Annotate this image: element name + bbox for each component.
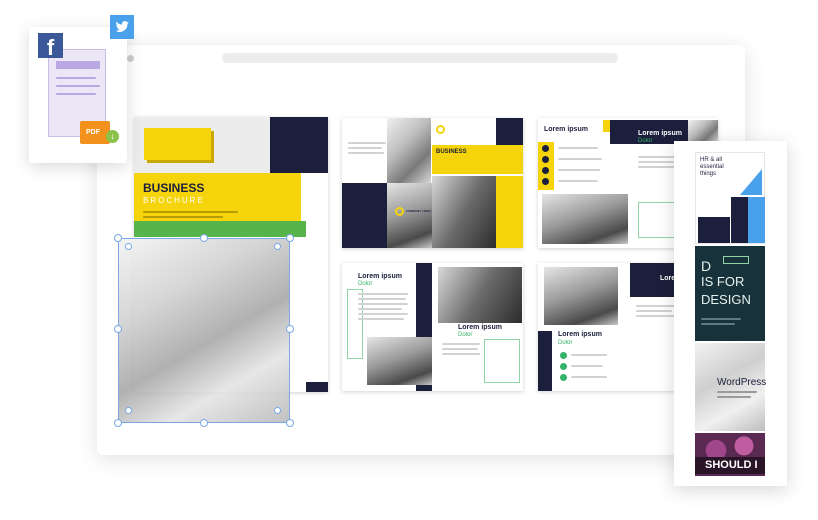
dolor-subtitle: Dolor (458, 332, 473, 338)
dolor-subtitle: Dolor (558, 340, 573, 346)
resize-handle[interactable] (114, 419, 122, 427)
spread-photo (387, 118, 431, 183)
template-hr[interactable]: HR & all essential things (695, 152, 765, 244)
resize-handle[interactable] (114, 234, 122, 242)
resize-handle[interactable] (200, 234, 208, 242)
brochure-title: BUSINESS (143, 181, 205, 195)
template-strip[interactable]: HR & all essential things D IS FOR DESIG… (674, 141, 787, 486)
corner-handle[interactable] (274, 407, 281, 414)
spread-photo (367, 337, 432, 385)
cover-yellow-block (144, 128, 211, 160)
corner-handle[interactable] (274, 243, 281, 250)
canvas: BUSINESS BROCHURE BUSINESS COMPANY LOGO … (0, 0, 818, 520)
spread-title: BUSINESS (436, 149, 467, 155)
corner-handle[interactable] (125, 243, 132, 250)
lorem-title: Lorem ipsum (458, 324, 502, 331)
brochure-spread-1[interactable]: BUSINESS COMPANY LOGO (342, 118, 523, 248)
lorem-title: Lorem ipsum (544, 126, 588, 133)
spread-photo (432, 176, 496, 248)
brochure-spread-3[interactable]: Lorem ipsum Dolor Lorem ipsum Dolor (342, 263, 523, 391)
corner-handle[interactable] (125, 407, 132, 414)
company-logo: COMPANY LOGO (406, 209, 431, 213)
lorem-title: Lore (660, 275, 676, 282)
download-icon[interactable]: ↓ (106, 130, 119, 143)
lorem-title: Lorem ipsum (558, 331, 602, 338)
spread-photo (544, 267, 618, 325)
facebook-icon[interactable]: f (38, 33, 63, 60)
resize-handle[interactable] (286, 234, 294, 242)
address-bar[interactable] (222, 53, 618, 63)
spread-photo (542, 194, 628, 244)
spread-photo (438, 267, 522, 323)
lorem-title: Lorem ipsum (358, 273, 402, 280)
resize-handle[interactable] (286, 419, 294, 427)
dolor-subtitle: Dolor (358, 281, 373, 287)
template-wordpress[interactable]: WordPress (695, 343, 766, 431)
brochure-subtitle: BROCHURE (143, 196, 205, 205)
lorem-title: Lorem ipsum (638, 130, 682, 137)
template-should[interactable]: SHOULD I (695, 433, 765, 476)
cover-green-band (134, 221, 306, 237)
selection-box[interactable] (118, 238, 290, 423)
pdf-file-icon[interactable]: PDF (80, 121, 110, 144)
dolor-subtitle: Dolor (638, 138, 653, 144)
window-dot (127, 55, 134, 62)
template-design[interactable]: D IS FOR DESIGN (695, 246, 765, 341)
resize-handle[interactable] (114, 325, 122, 333)
twitter-icon[interactable] (110, 15, 134, 39)
spread-photo (387, 183, 432, 248)
resize-handle[interactable] (200, 419, 208, 427)
resize-handle[interactable] (286, 325, 294, 333)
